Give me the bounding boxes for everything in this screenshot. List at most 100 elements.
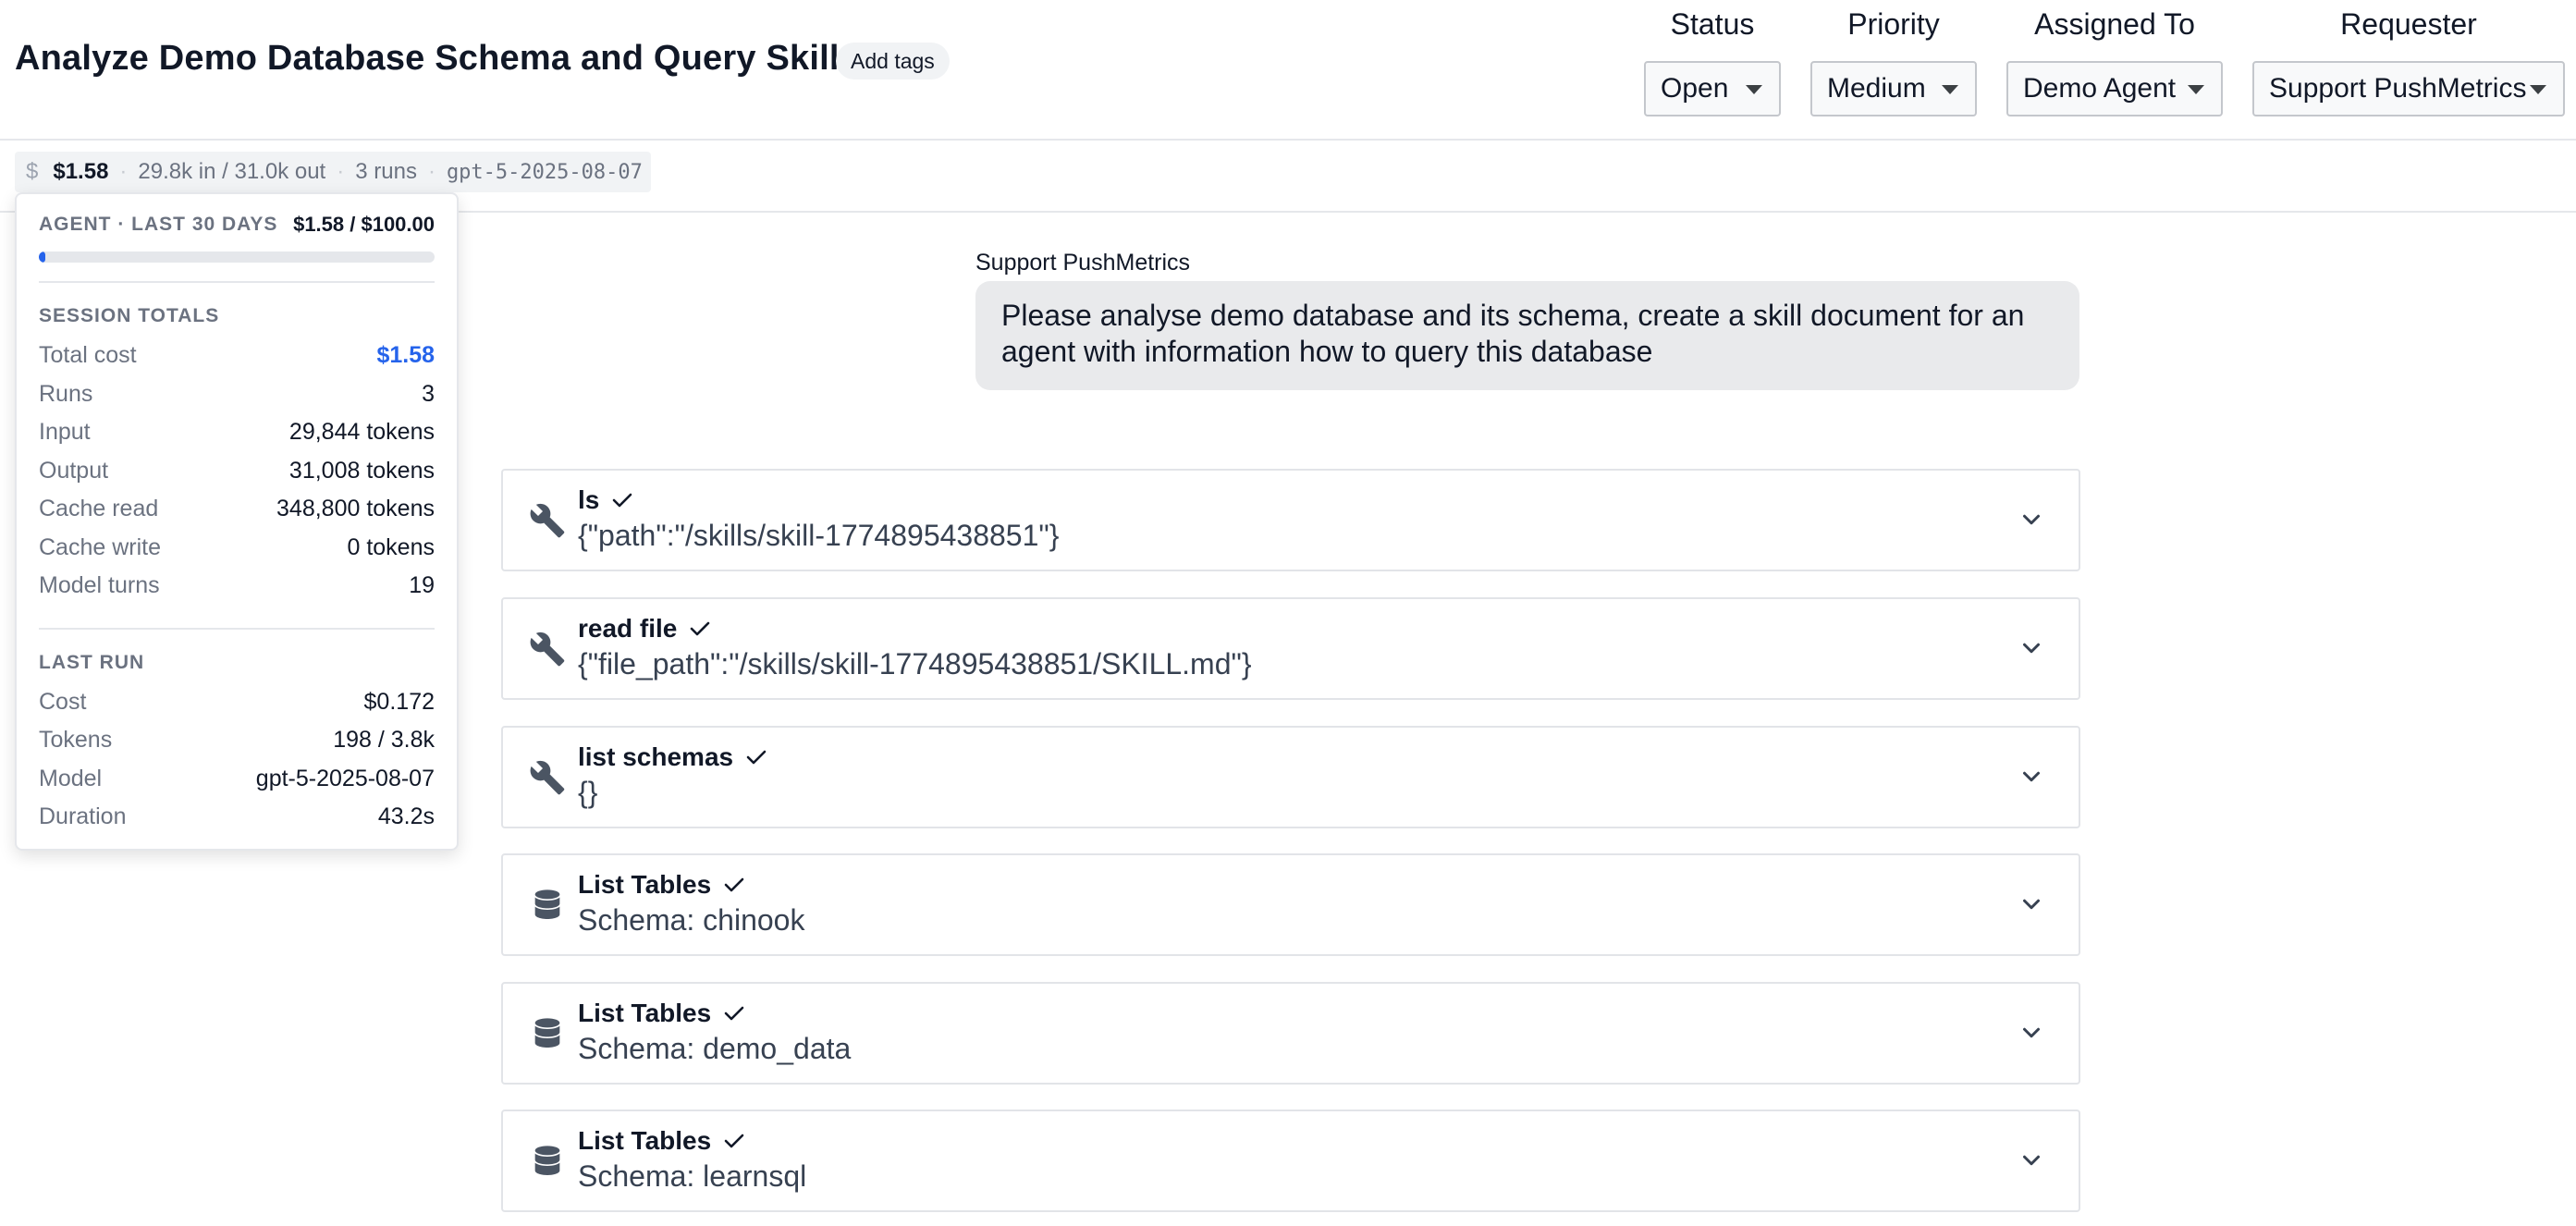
add-tags-button[interactable]: Add tags [836, 43, 950, 80]
tool-args: Schema: demo_data [578, 1032, 852, 1065]
separator-dot: · [119, 159, 128, 184]
budget-progress-fill [39, 251, 45, 263]
session-totals-list: Total cost $1.58 Runs 3 Input 29,844 tokens… [39, 337, 435, 606]
assigned-select[interactable]: Demo Agent [2006, 61, 2223, 116]
stat-value: $1.58 [376, 342, 435, 369]
tool-name-row: List Tables [578, 1126, 744, 1156]
separator-dot: · [427, 159, 435, 184]
stat-value: 0 tokens [347, 533, 435, 560]
budget-header: AGENT · LAST 30 DAYS $1.58 / $100.00 [39, 211, 435, 239]
priority-select[interactable]: Medium [1810, 61, 1977, 116]
stat-label: Duration [39, 803, 127, 830]
chevron-down-icon[interactable] [2018, 763, 2045, 791]
tool-name: read file [578, 614, 678, 643]
wrench-icon [530, 503, 565, 538]
stat-label: Cache read [39, 496, 159, 522]
ticket-header: Analyze Demo Database Schema and Query S… [0, 0, 2576, 141]
tool-call-card[interactable]: List Tables Schema: chinook [501, 853, 2080, 956]
caret-down-icon [2188, 85, 2204, 94]
caret-down-icon [1942, 85, 1958, 94]
stat-label: Cost [39, 688, 87, 715]
assigned-label: Assigned To [2034, 7, 2195, 41]
stat-label: Model turns [39, 572, 160, 599]
stat-value: 43.2s [377, 803, 435, 830]
tool-name-row: List Tables [578, 999, 744, 1028]
last-run-list: Cost $0.172 Tokens 198 / 3.8k Model gpt-5-2… [39, 683, 435, 837]
stat-value: 31,008 tokens [288, 457, 435, 484]
budget-value: $1.58 / $100.00 [293, 213, 435, 236]
tool-name: List Tables [578, 1126, 712, 1155]
stat-label: Tokens [39, 727, 113, 754]
budget-progress-bar [39, 251, 435, 263]
chevron-down-icon[interactable] [2018, 1146, 2045, 1174]
check-icon [724, 1134, 744, 1148]
tool-args: {"path":"/skills/skill-1774895438851"} [578, 519, 1060, 552]
budget-label: AGENT · LAST 30 DAYS [39, 214, 278, 235]
chevron-down-icon[interactable] [2018, 1019, 2045, 1047]
stat-row: Model gpt-5-2025-08-07 [39, 760, 435, 799]
stat-label: Total cost [39, 342, 137, 369]
assigned-value: Demo Agent [2023, 73, 2177, 104]
check-icon [724, 877, 744, 892]
chevron-down-icon[interactable] [2018, 634, 2045, 662]
status-select[interactable]: Open [1644, 61, 1781, 116]
stat-value: gpt-5-2025-08-07 [255, 765, 435, 791]
tool-name-row: read file [578, 614, 710, 644]
tool-args: Schema: learnsql [578, 1159, 807, 1193]
usage-popover: AGENT · LAST 30 DAYS $1.58 / $100.00 SES… [15, 192, 459, 851]
stat-value: $0.172 [363, 688, 435, 715]
tool-args: Schema: chinook [578, 903, 805, 937]
check-icon [613, 493, 632, 508]
tool-call-card[interactable]: list schemas {} [501, 726, 2080, 828]
tool-call-card[interactable]: List Tables Schema: demo_data [501, 982, 2080, 1085]
stat-value: 3 [422, 380, 435, 407]
tool-call-card[interactable]: ls {"path":"/skills/skill-1774895438851"… [501, 469, 2080, 571]
requester-select[interactable]: Support PushMetrics [2252, 61, 2565, 116]
stat-row: Duration 43.2s [39, 798, 435, 837]
message-sender: Support PushMetrics [975, 250, 1191, 276]
stat-row: Cache write 0 tokens [39, 529, 435, 568]
stat-row: Tokens 198 / 3.8k [39, 721, 435, 760]
database-icon [534, 1018, 560, 1048]
session-totals-title: SESSION TOTALS [39, 305, 220, 326]
stat-label: Runs [39, 380, 93, 407]
status-value: Open [1661, 73, 1729, 104]
stat-row: Model turns 19 [39, 567, 435, 606]
chevron-down-icon[interactable] [2018, 890, 2045, 918]
check-icon [746, 750, 767, 765]
caret-down-icon [2530, 85, 2546, 94]
usage-cost: $1.58 [53, 159, 109, 184]
requester-label: Requester [2340, 7, 2477, 41]
stat-label: Cache write [39, 533, 161, 560]
tool-name-row: list schemas [578, 742, 767, 772]
stat-row: Total cost $1.58 [39, 337, 435, 375]
chevron-down-icon[interactable] [2018, 506, 2045, 533]
priority-value: Medium [1827, 73, 1926, 104]
tool-call-card[interactable]: read file {"file_path":"/skills/skill-17… [501, 597, 2080, 700]
tool-call-card[interactable]: List Tables Schema: learnsql [501, 1110, 2080, 1212]
stat-row: Runs 3 [39, 375, 435, 414]
divider [39, 627, 435, 630]
usage-summary-bar[interactable]: $ $1.58 · 29.8k in / 31.0k out · 3 runs … [15, 152, 651, 192]
tool-name: List Tables [578, 999, 712, 1027]
priority-label: Priority [1847, 7, 1940, 41]
stat-label: Output [39, 457, 109, 484]
tool-name: ls [578, 485, 600, 514]
tool-name: List Tables [578, 870, 712, 899]
caret-down-icon [1746, 85, 1762, 94]
tool-name: list schemas [578, 742, 734, 771]
database-icon [534, 1146, 560, 1175]
message-bubble: Please analyse demo database and its sch… [975, 281, 2079, 390]
requester-value: Support PushMetrics [2269, 73, 2527, 104]
tool-name-row: ls [578, 485, 632, 515]
usage-tokens: 29.8k in / 31.0k out [138, 159, 326, 184]
usage-runs: 3 runs [355, 159, 417, 184]
tool-args: {} [578, 776, 598, 809]
separator-dot: · [337, 159, 345, 184]
stat-label: Input [39, 419, 91, 446]
stat-row: Output 31,008 tokens [39, 452, 435, 491]
stat-value: 29,844 tokens [288, 419, 435, 446]
stat-row: Input 29,844 tokens [39, 413, 435, 452]
wrench-icon [530, 760, 565, 795]
last-run-title: LAST RUN [39, 651, 145, 673]
